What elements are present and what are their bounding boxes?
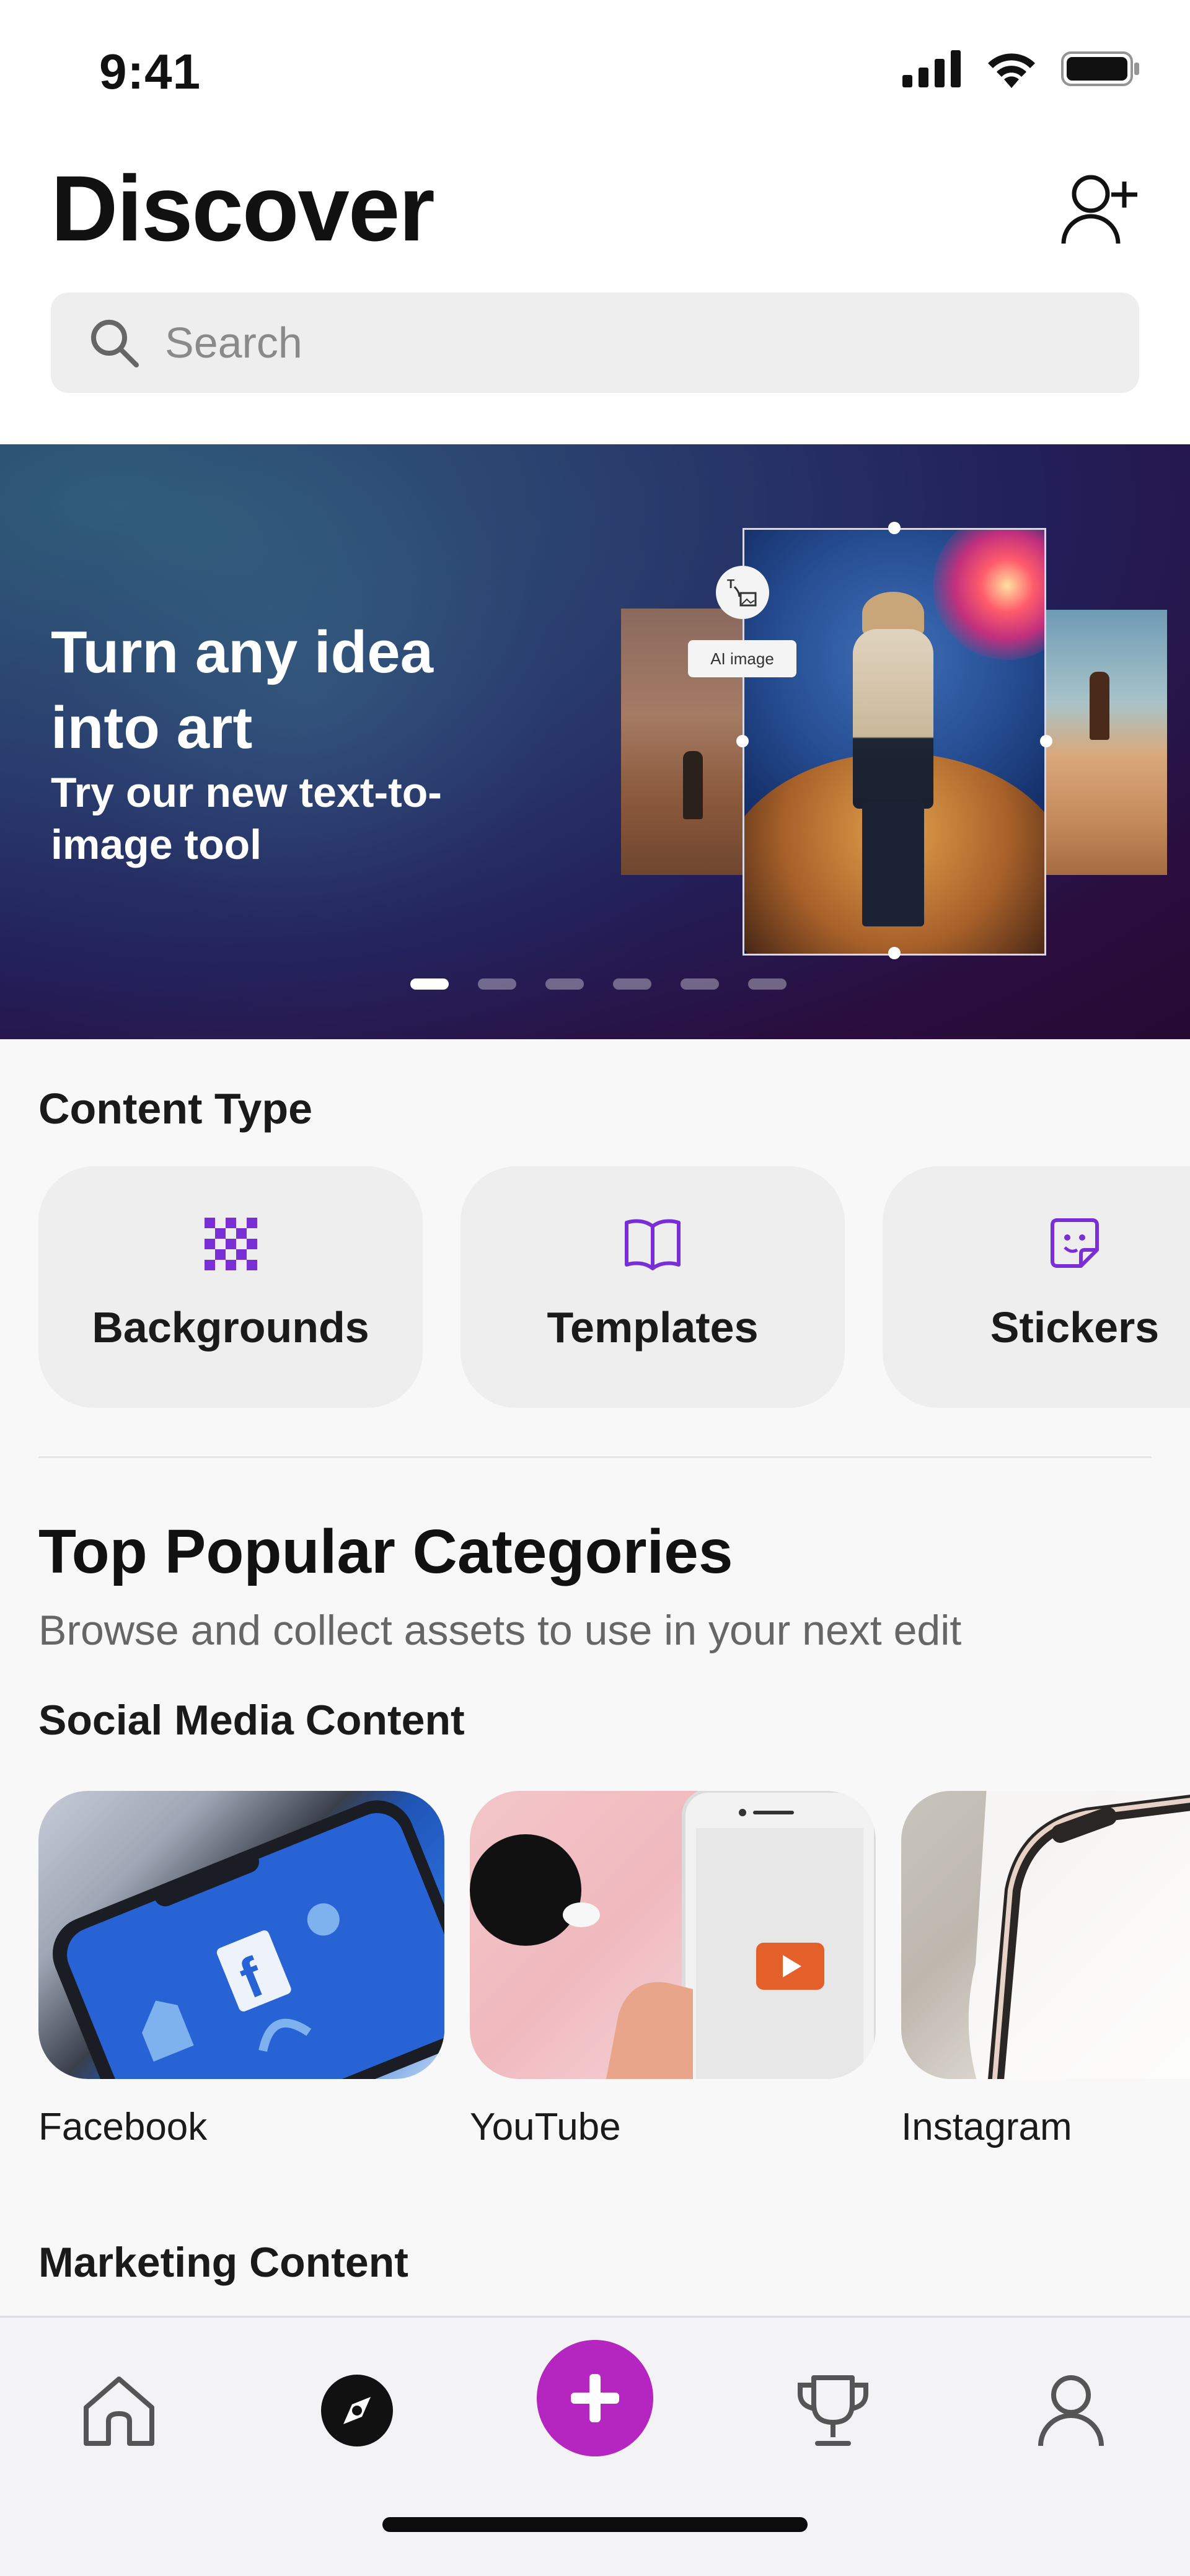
content-type-label: Content Type <box>38 1084 313 1133</box>
facebook-thumbnail: f <box>53 1800 444 2079</box>
content-area: Content Type Backgrounds Templates Stick… <box>0 1039 1190 2316</box>
social-media-label: Social Media Content <box>38 1697 465 1744</box>
content-type-backgrounds[interactable]: Backgrounds <box>38 1166 423 1408</box>
category-card-youtube[interactable] <box>470 1791 876 2079</box>
resize-handle-left[interactable] <box>736 735 749 747</box>
plus-icon <box>571 2374 619 2422</box>
page-title: Discover <box>51 156 435 260</box>
resize-handle-top[interactable] <box>888 522 901 534</box>
profile-icon <box>1038 2375 1104 2446</box>
svg-text:T: T <box>727 578 734 591</box>
content-type-backgrounds-label: Backgrounds <box>92 1303 369 1352</box>
search-icon <box>91 320 139 367</box>
carousel-dot-1[interactable] <box>410 978 449 990</box>
open-book-icon <box>625 1219 681 1270</box>
resize-handle-right[interactable] <box>1040 735 1052 747</box>
sticker-icon <box>1051 1218 1099 1268</box>
cellular-signal-icon <box>902 50 961 87</box>
hero-banner[interactable]: Turn any idea into art Try our new text-… <box>0 444 1190 1039</box>
compass-icon <box>321 2375 393 2446</box>
search-input[interactable]: Search <box>51 292 1139 393</box>
youtube-thumbnail <box>470 1791 876 2079</box>
category-card-facebook[interactable]: f <box>38 1791 444 2079</box>
carousel-dot-5[interactable] <box>681 978 719 990</box>
section-divider <box>38 1456 1152 1458</box>
battery-icon <box>1061 51 1139 86</box>
carousel-dot-2[interactable] <box>478 978 516 990</box>
hero-artwork-main <box>743 528 1046 956</box>
add-user-icon <box>1061 175 1137 244</box>
hero-subtitle: Try our new text-to-image tool <box>51 769 442 868</box>
carousel-dot-6[interactable] <box>748 978 787 990</box>
status-icons <box>902 50 1140 88</box>
nav-discover[interactable] <box>301 2355 413 2466</box>
category-label-facebook: Facebook <box>38 2106 208 2148</box>
carousel-dot-4[interactable] <box>613 978 651 990</box>
category-card-instagram[interactable] <box>901 1791 1190 2079</box>
bottom-nav <box>0 2316 1190 2576</box>
checker-grid-icon <box>205 1218 257 1270</box>
nav-profile[interactable] <box>1015 2355 1127 2466</box>
content-type-templates-label: Templates <box>547 1303 759 1352</box>
ai-image-chip: AI image <box>688 640 796 677</box>
trophy-icon <box>798 2375 868 2446</box>
status-time: 9:41 <box>99 44 201 99</box>
content-type-stickers-label: Stickers <box>990 1303 1160 1352</box>
text-to-image-icon: T <box>716 566 769 619</box>
hero-title: Turn any idea into art <box>51 619 434 761</box>
status-bar: 9:41 <box>0 0 1190 136</box>
category-label-instagram: Instagram <box>901 2106 1072 2148</box>
search-placeholder: Search <box>165 319 302 367</box>
nav-create-button[interactable] <box>537 2340 653 2456</box>
hero-artwork-right <box>1046 610 1167 875</box>
add-user-button[interactable] <box>1060 169 1140 249</box>
wifi-icon <box>988 53 1035 88</box>
home-indicator[interactable] <box>382 2517 808 2532</box>
content-type-templates[interactable]: Templates <box>461 1166 845 1408</box>
content-type-stickers[interactable]: Stickers <box>883 1166 1190 1408</box>
category-label-youtube: YouTube <box>470 2106 621 2148</box>
carousel-dot-3[interactable] <box>545 978 584 990</box>
carousel-indicator[interactable] <box>410 978 787 990</box>
nav-challenges[interactable] <box>777 2355 889 2466</box>
popular-categories-subtitle: Browse and collect assets to use in your… <box>38 1607 962 1654</box>
nav-home[interactable] <box>63 2355 175 2466</box>
instagram-thumbnail <box>968 1791 1190 2079</box>
popular-categories-title: Top Popular Categories <box>38 1517 733 1586</box>
marketing-content-label: Marketing Content <box>38 2239 408 2286</box>
resize-handle-bottom[interactable] <box>888 947 901 959</box>
home-icon <box>84 2376 154 2446</box>
